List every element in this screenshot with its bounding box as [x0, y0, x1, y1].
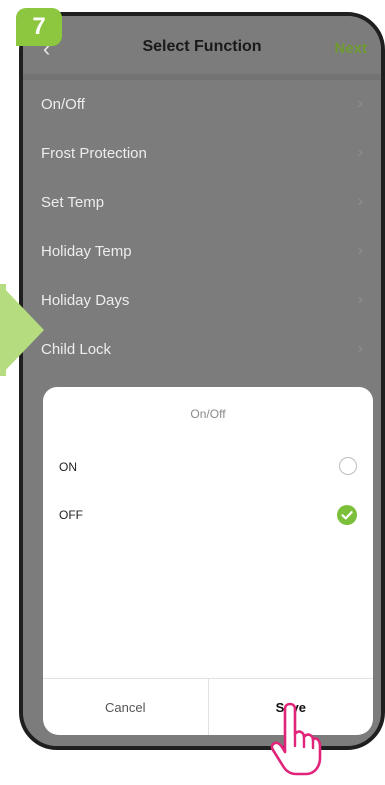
chevron-right-icon: › — [357, 242, 363, 259]
option-label: ON — [59, 460, 77, 474]
list-item-label: Holiday Temp — [41, 243, 132, 260]
function-list: On/Off › Frost Protection › Set Temp › H… — [23, 80, 381, 374]
checkmark-icon[interactable] — [337, 505, 357, 525]
option-on[interactable]: ON — [43, 447, 373, 487]
pointing-hand-icon — [270, 702, 322, 776]
chevron-right-icon: › — [357, 144, 363, 161]
list-item[interactable]: Holiday Days › — [23, 276, 381, 325]
list-item-label: Holiday Days — [41, 292, 130, 309]
list-item[interactable]: Frost Protection › — [23, 129, 381, 178]
option-off[interactable]: OFF — [43, 495, 373, 535]
list-item[interactable]: Child Lock › — [23, 325, 381, 374]
list-item[interactable]: Holiday Temp › — [23, 227, 381, 276]
cancel-button[interactable]: Cancel — [43, 679, 209, 735]
list-item[interactable]: Set Temp › — [23, 178, 381, 227]
top-bar: ‹ Select Function Next — [23, 16, 381, 78]
list-item[interactable]: On/Off › — [23, 80, 381, 129]
on-off-bottom-sheet: On/Off ON OFF Cancel Save — [43, 387, 373, 735]
chevron-right-icon: › — [357, 340, 363, 357]
sheet-footer: Cancel Save — [43, 678, 373, 735]
list-item-label: Set Temp — [41, 194, 105, 211]
page-title: Select Function — [142, 38, 262, 55]
list-item-label: On/Off — [41, 96, 85, 113]
list-item-label: Frost Protection — [41, 145, 147, 162]
chevron-right-icon: › — [357, 291, 363, 308]
chevron-right-icon: › — [357, 193, 363, 210]
pointer-arrow-icon — [0, 284, 44, 376]
sheet-title: On/Off — [190, 407, 226, 421]
radio-unchecked-icon[interactable] — [339, 457, 357, 475]
phone-frame: ‹ Select Function Next On/Off › Frost Pr… — [19, 12, 385, 750]
step-badge: 7 — [16, 8, 62, 46]
list-item-label: Child Lock — [41, 341, 112, 358]
chevron-right-icon: › — [357, 95, 363, 112]
next-button[interactable]: Next — [334, 40, 367, 57]
option-label: OFF — [59, 508, 83, 522]
